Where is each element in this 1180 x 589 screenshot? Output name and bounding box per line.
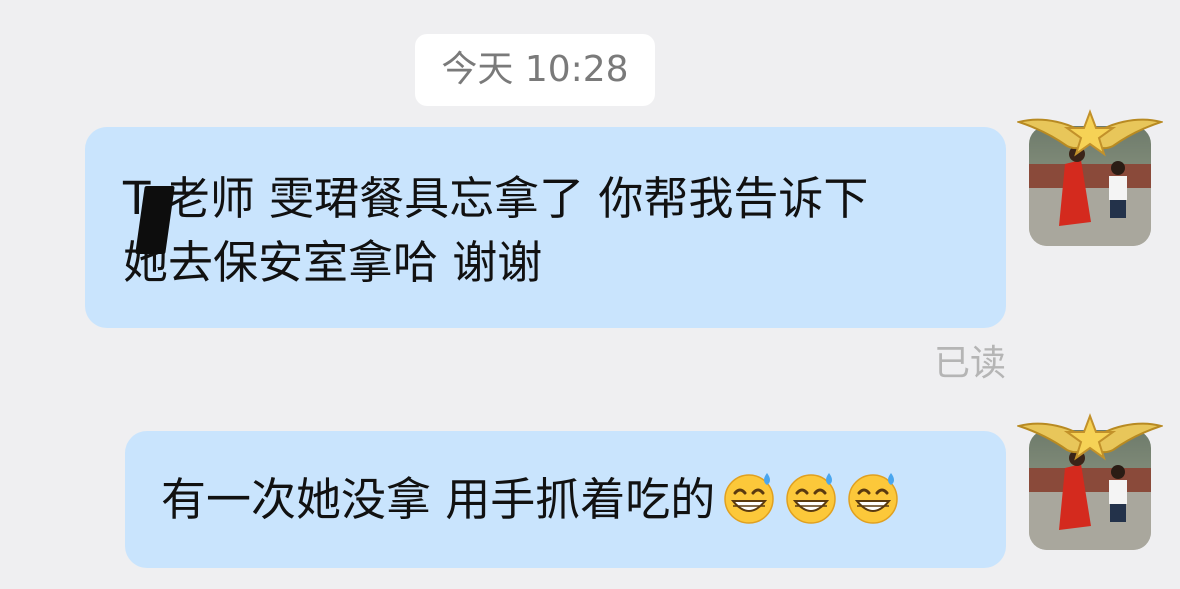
grinning-sweat-emoji-icon: [848, 473, 899, 524]
crown-wings-icon: [1017, 109, 1163, 157]
grinning-sweat-emoji-icon: [724, 473, 775, 524]
message-bubble[interactable]: T 老师 雯珺餐具忘拿了 你帮我告诉下 她去保安室拿哈 谢谢: [85, 127, 1006, 328]
message-text-line: 她去保安室拿哈 谢谢: [123, 236, 543, 289]
crown-wings-icon: [1017, 413, 1163, 461]
message-bubble[interactable]: 有一次她没拿 用手抓着吃的: [125, 431, 1006, 568]
avatar[interactable]: [1017, 413, 1163, 550]
avatar[interactable]: [1017, 109, 1163, 246]
timestamp-label: 今天 10:28: [415, 34, 655, 106]
message-text: 有一次她没拿 用手抓着吃的: [161, 473, 716, 526]
grinning-sweat-emoji-icon: [786, 473, 837, 524]
message-text-line: T 老师 雯珺餐具忘拿了 你帮我告诉下: [123, 172, 869, 225]
read-status: 已读: [933, 343, 1006, 384]
